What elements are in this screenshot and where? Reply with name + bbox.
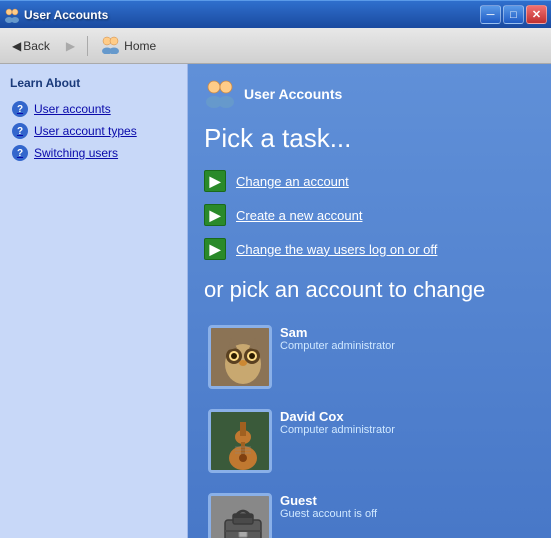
accounts-grid: Sam Computer administrator: [204, 321, 535, 538]
task-arrow-icon-2: ▶: [204, 204, 226, 226]
title-bar: User Accounts ─ □ ✕: [0, 0, 551, 28]
task-item-logon[interactable]: ▶ Change the way users log on or off: [204, 238, 535, 260]
back-label: Back: [23, 39, 50, 53]
close-button[interactable]: ✕: [526, 5, 547, 24]
account-item-guest[interactable]: Guest Guest account is off: [204, 489, 381, 538]
account-avatar-guest: [208, 493, 272, 538]
home-label: Home: [124, 39, 156, 53]
content-header-icon: [204, 76, 236, 111]
title-bar-buttons: ─ □ ✕: [480, 5, 547, 24]
pick-task-heading: Pick a task...: [204, 123, 535, 154]
main-container: Learn About ? User accounts ? User accou…: [0, 64, 551, 538]
maximize-button[interactable]: □: [503, 5, 524, 24]
sidebar-label-account-types: User account types: [34, 124, 137, 138]
forward-button[interactable]: ▶: [60, 36, 81, 56]
sidebar-label-switching-users: Switching users: [34, 146, 118, 160]
account-type-david: Computer administrator: [280, 424, 395, 436]
title-bar-title: User Accounts: [24, 8, 108, 22]
task-item-change-account[interactable]: ▶ Change an account: [204, 170, 535, 192]
title-bar-left: User Accounts: [4, 7, 108, 23]
nav-bar: ◀ Back ▶ Home: [0, 28, 551, 64]
sidebar-section-title: Learn About: [8, 76, 179, 90]
back-arrow-icon: ◀: [12, 39, 21, 53]
sidebar-icon-user-accounts: ?: [12, 101, 28, 117]
home-icon: [100, 34, 120, 57]
home-button[interactable]: Home: [94, 31, 162, 60]
nav-divider: [87, 36, 88, 56]
task-label-create-account: Create a new account: [236, 208, 362, 223]
account-item-sam[interactable]: Sam Computer administrator: [204, 321, 399, 393]
account-name-david: David Cox: [280, 409, 395, 424]
sidebar-icon-account-types: ?: [12, 123, 28, 139]
account-name-guest: Guest: [280, 493, 377, 508]
account-type-sam: Computer administrator: [280, 340, 395, 352]
account-name-sam: Sam: [280, 325, 395, 340]
sidebar: Learn About ? User accounts ? User accou…: [0, 64, 188, 538]
sidebar-item-account-types[interactable]: ? User account types: [8, 120, 179, 142]
account-type-guest: Guest account is off: [280, 508, 377, 520]
account-info-sam: Sam Computer administrator: [280, 325, 395, 352]
content-area: User Accounts Pick a task... ▶ Change an…: [188, 64, 551, 538]
account-item-david[interactable]: David Cox Computer administrator: [204, 405, 399, 477]
task-arrow-icon-3: ▶: [204, 238, 226, 260]
task-label-change-account: Change an account: [236, 174, 349, 189]
sidebar-icon-switching-users: ?: [12, 145, 28, 161]
task-arrow-icon: ▶: [204, 170, 226, 192]
forward-arrow-icon: ▶: [66, 39, 75, 53]
sidebar-label-user-accounts: User accounts: [34, 102, 111, 116]
content-title: User Accounts: [244, 86, 342, 102]
or-pick-heading: or pick an account to change: [204, 276, 535, 305]
account-avatar-david: [208, 409, 272, 473]
content-header: User Accounts: [204, 76, 535, 111]
minimize-button[interactable]: ─: [480, 5, 501, 24]
account-avatar-sam: [208, 325, 272, 389]
sidebar-item-user-accounts[interactable]: ? User accounts: [8, 98, 179, 120]
title-bar-app-icon: [4, 7, 20, 23]
account-info-guest: Guest Guest account is off: [280, 493, 377, 520]
task-label-logon: Change the way users log on or off: [236, 242, 437, 257]
sidebar-item-switching-users[interactable]: ? Switching users: [8, 142, 179, 164]
account-info-david: David Cox Computer administrator: [280, 409, 395, 436]
task-item-create-account[interactable]: ▶ Create a new account: [204, 204, 535, 226]
back-button[interactable]: ◀ Back: [6, 36, 56, 56]
